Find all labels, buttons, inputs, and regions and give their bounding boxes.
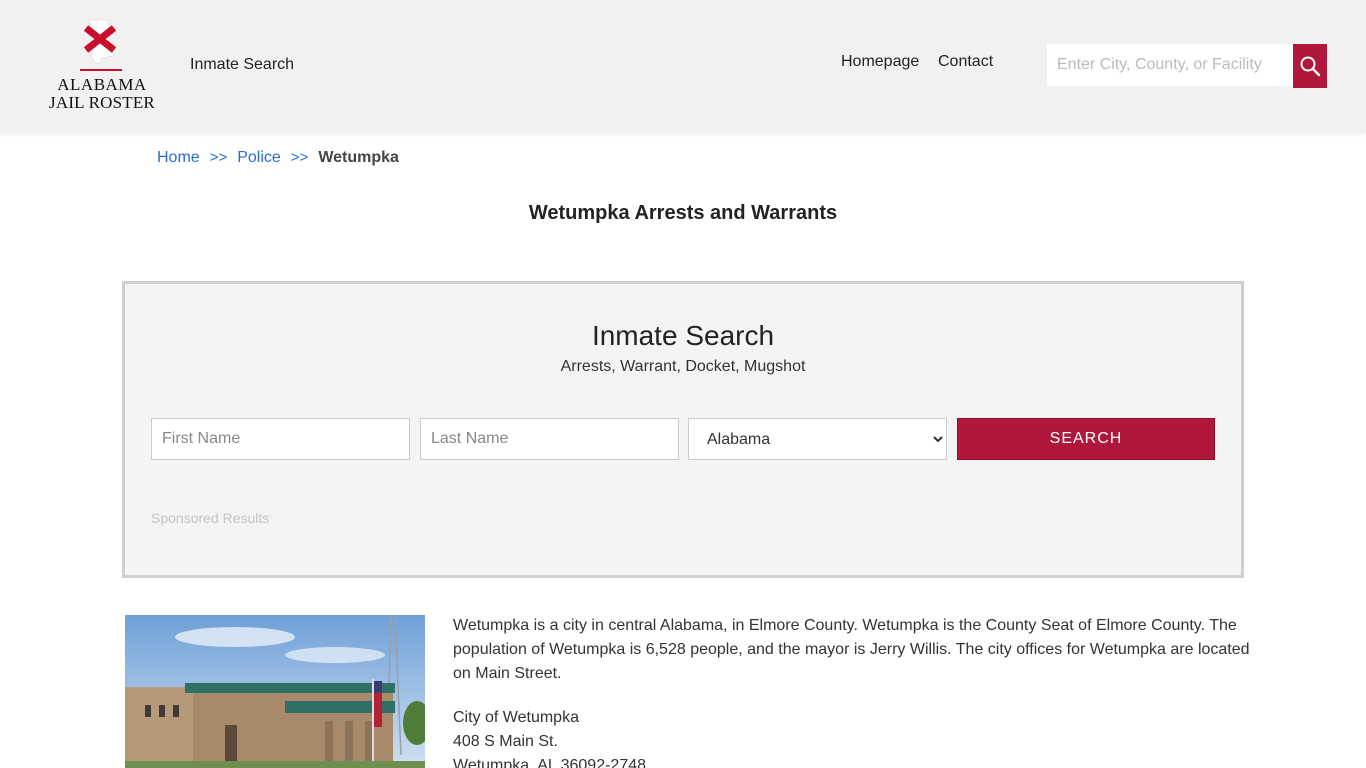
logo-line-2: JAIL ROSTER — [49, 93, 155, 112]
magnifier-icon — [1300, 56, 1321, 77]
inmate-search-title: Inmate Search — [591, 320, 775, 351]
address-street: 408 S Main St. — [453, 733, 558, 750]
site-header: ALABAMA JAIL ROSTER Inmate Search Homepa… — [0, 0, 1366, 132]
alabama-state-icon — [83, 19, 117, 65]
inmate-search-button[interactable]: SEARCH — [957, 418, 1215, 460]
nav-homepage[interactable]: Homepage — [841, 53, 919, 71]
state-select[interactable]: Alabama — [688, 418, 947, 460]
address-city: Wetumpka, AL 36092-2748 — [453, 757, 647, 768]
facility-search-input[interactable] — [1047, 44, 1293, 86]
logo-line-1: ALABAMA — [57, 75, 147, 94]
breadcrumb-current: Wetumpka — [318, 149, 399, 166]
address-name: City of Wetumpka — [453, 709, 579, 726]
sponsored-results-label: Sponsored Results — [151, 510, 270, 526]
nav-inmate-search[interactable]: Inmate Search — [190, 56, 294, 74]
city-paragraph: Wetumpka is a city in central Alabama, i… — [453, 617, 1250, 682]
inmate-search-panel: Inmate Search Arrests, Warrant, Docket, … — [122, 281, 1244, 578]
city-address: City of Wetumpka 408 S Main St. Wetumpka… — [453, 706, 1253, 768]
logo-divider — [80, 69, 122, 71]
first-name-input[interactable] — [151, 418, 410, 460]
inmate-search-subtitle: Arrests, Warrant, Docket, Mugshot — [560, 358, 806, 375]
breadcrumb: Home >> Police >> Wetumpka — [157, 149, 399, 167]
logo-text: ALABAMA JAIL ROSTER — [46, 76, 158, 112]
city-description: Wetumpka is a city in central Alabama, i… — [453, 614, 1253, 768]
last-name-input[interactable] — [420, 418, 679, 460]
breadcrumb-separator: >> — [209, 149, 228, 166]
facility-search-button[interactable] — [1293, 44, 1327, 88]
breadcrumb-police[interactable]: Police — [237, 149, 281, 167]
page-title: Wetumpka Arrests and Warrants — [528, 202, 838, 224]
nav-contact[interactable]: Contact — [938, 53, 993, 71]
breadcrumb-home[interactable]: Home — [157, 149, 200, 167]
breadcrumb-separator: >> — [290, 149, 309, 166]
site-logo[interactable]: ALABAMA JAIL ROSTER — [46, 16, 158, 116]
building-image — [125, 615, 425, 768]
police-building-photo — [125, 615, 425, 768]
